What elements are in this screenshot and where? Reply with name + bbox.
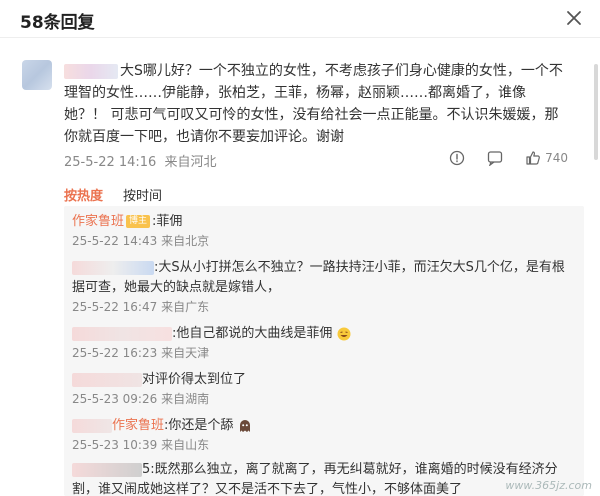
blurred-username [72, 326, 172, 341]
like-count: 740 [545, 151, 568, 165]
reply-location: 来自北京 [161, 234, 210, 248]
reply-time: 25-5-22 16:47 [72, 300, 158, 314]
reply-author[interactable]: 作家鲁班 [112, 418, 164, 433]
reply-author[interactable]: 作家鲁班 [72, 214, 124, 229]
reply-location: 来自天津 [161, 346, 210, 360]
blurred-username [64, 63, 118, 79]
blurred-username [72, 372, 142, 387]
list-item: :大S从小打拼怎么不独立？一路扶持汪小菲，而汪欠大S几个亿，是有根据可查，她最大… [72, 258, 572, 316]
like-icon [525, 150, 541, 166]
list-item: :他自己都说的大曲线是菲佣 25-5-22 16:23 来自天津 [72, 324, 572, 362]
list-item: 作家鲁班:你还是个舔 25-5-23 10:39 来自山东 [72, 416, 572, 454]
comment-icon[interactable] [487, 150, 503, 167]
reply-time: 25-5-22 14:43 [72, 234, 158, 248]
close-icon[interactable] [564, 8, 584, 28]
reply-text: 对评价得太到位了 [142, 372, 247, 387]
page-title: 58条回复 [20, 13, 95, 33]
reply-time: 25-5-23 09:26 [72, 392, 158, 406]
tab-time[interactable]: 按时间 [123, 185, 162, 204]
reply-location: 来自山东 [161, 438, 210, 452]
reply-time: 25-5-22 16:23 [72, 346, 158, 360]
reply-text: :你还是个舔 [164, 418, 234, 433]
reply-location: 来自广东 [161, 300, 210, 314]
comment-meta: 25-5-22 14:16 来自河北 [64, 151, 217, 170]
watermark: www.365jz.com [505, 479, 592, 492]
comment-text: 大S哪儿好？一个不独立的女性，不考虑孩子们身心健康的女性，一个不理智的女性……伊… [64, 60, 564, 148]
ghost-emoji-icon [238, 419, 252, 433]
sort-tabs: 按热度 按时间 [64, 185, 162, 204]
laugh-emoji-icon [337, 327, 351, 341]
share-icon[interactable] [449, 150, 465, 166]
like-button[interactable]: 740 [525, 150, 568, 166]
list-item: 作家鲁班 博主:菲佣 25-5-22 14:43 来自北京 [72, 212, 572, 250]
reply-list: 作家鲁班 博主:菲佣 25-5-22 14:43 来自北京 :大S从小打拼怎么不独… [64, 206, 584, 496]
reply-time: 25-5-23 10:39 [72, 438, 158, 452]
blogger-badge: 博主 [126, 215, 151, 228]
tab-hot[interactable]: 按热度 [64, 185, 103, 204]
blurred-username [72, 462, 142, 477]
dialog-header: 58条回复 [0, 0, 600, 38]
comment-time: 25-5-22 14:16 [64, 155, 157, 170]
list-item: 对评价得太到位了 25-5-23 09:26 来自湖南 [72, 370, 572, 408]
reply-text: :菲佣 [152, 214, 183, 229]
reply-text: 5:既然那么独立，离了就离了，再无纠葛就好，谁离婚的时候没有经济分割，谁又闹成她… [72, 462, 558, 496]
reply-location: 来自湖南 [161, 392, 210, 406]
comment-body: 大S哪儿好？一个不独立的女性，不考虑孩子们身心健康的女性，一个不理智的女性……伊… [64, 63, 563, 145]
reply-text: :他自己都说的大曲线是菲佣 [172, 326, 333, 341]
comment-location: 来自河北 [164, 155, 217, 170]
scrollbar[interactable] [594, 64, 598, 160]
list-item: 5:既然那么独立，离了就离了，再无纠葛就好，谁离婚的时候没有经济分割，谁又闹成她… [72, 460, 572, 496]
avatar[interactable] [22, 60, 52, 90]
blurred-username [72, 418, 112, 433]
comment-actions: 740 [449, 150, 568, 167]
blurred-username [72, 260, 154, 275]
